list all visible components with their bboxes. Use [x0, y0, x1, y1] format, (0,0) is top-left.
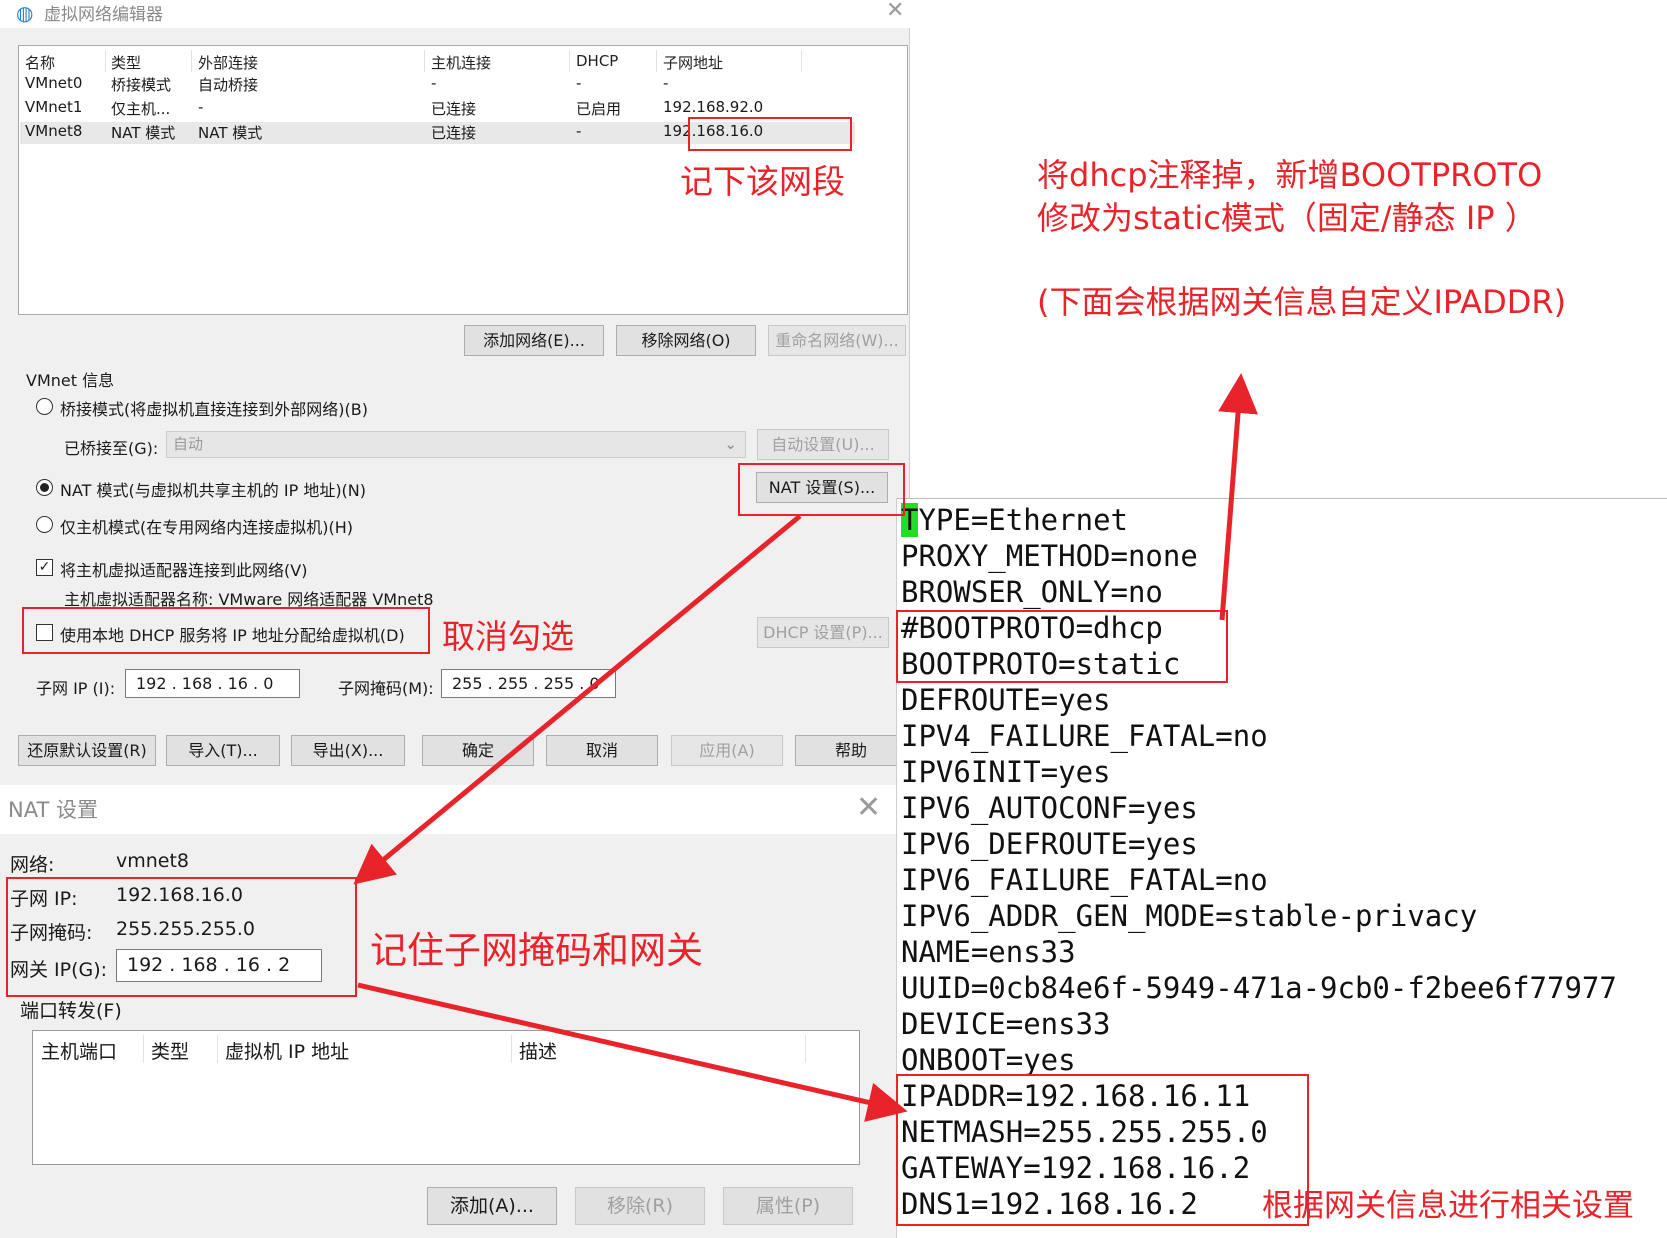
nat-titlebar: NAT 设置 ✕: [0, 788, 910, 834]
note-ipaddr: (下面会根据网关信息自定义IPADDR): [1037, 283, 1567, 321]
nat-mode-label: NAT 模式(与虚拟机共享主机的 IP 地址)(N): [60, 481, 367, 500]
subnet-ip-input[interactable]: 192 . 168 . 16 . 0: [125, 669, 300, 698]
remove-port-button[interactable]: 移除(R): [575, 1187, 705, 1225]
config-line: IPV6_ADDR_GEN_MODE=stable-privacy: [901, 899, 1478, 933]
note-remember-mask-gateway: 记住子网掩码和网关: [370, 929, 703, 972]
import-button[interactable]: 导入(T)...: [166, 735, 280, 766]
config-line: DEFROUTE=yes: [901, 683, 1111, 717]
table-cell: 192.168.92.0: [663, 98, 764, 116]
bridged-to-label: 已桥接至(G):: [64, 439, 159, 458]
nat-mode-radio[interactable]: [36, 479, 53, 496]
table-cell: NAT 模式: [198, 124, 263, 142]
port-forward-label: 端口转发(F): [20, 1000, 122, 1022]
host-only-radio[interactable]: [36, 516, 53, 533]
restore-defaults-button[interactable]: 还原默认设置(R): [18, 735, 156, 766]
nat-settings-dialog: NAT 设置 ✕ 网络: vmnet8 子网 IP: 192.168.16.0 …: [0, 788, 910, 1238]
column-header-external[interactable]: 外部连接: [198, 52, 258, 73]
apply-button[interactable]: 应用(A): [671, 735, 783, 766]
note-uncheck: 取消勾选: [442, 617, 574, 656]
bootproto-highlight-box: [896, 610, 1228, 683]
column-header-host-port[interactable]: 主机端口: [41, 1037, 117, 1064]
config-line: IPV6_AUTOCONF=yes: [901, 791, 1198, 825]
column-header-description[interactable]: 描述: [519, 1037, 557, 1064]
subnet-ip-label: 子网 IP (I):: [36, 679, 116, 698]
cancel-button[interactable]: 取消: [546, 735, 658, 766]
table-cell: -: [198, 98, 204, 116]
table-cell: 已连接: [431, 124, 477, 142]
add-network-button[interactable]: 添加网络(E)...: [464, 325, 604, 356]
note-record-subnet: 记下该网段: [680, 162, 845, 201]
bridged-to-select[interactable]: 自动 ⌄: [166, 431, 746, 458]
properties-button[interactable]: 属性(P): [723, 1187, 853, 1225]
config-line: IPV6_DEFROUTE=yes: [901, 827, 1198, 861]
column-header-subnet[interactable]: 子网地址: [663, 52, 723, 73]
column-header-vm-ip[interactable]: 虚拟机 IP 地址: [225, 1037, 349, 1064]
close-icon[interactable]: ✕: [886, 0, 904, 23]
config-line: UUID=0cb84e6f-5949-471a-9cb0-f2bee6f7797…: [901, 971, 1617, 1005]
config-line: ONBOOT=yes: [901, 1043, 1076, 1077]
remove-network-button[interactable]: 移除网络(O): [616, 325, 756, 356]
host-only-label: 仅主机模式(在专用网络内连接虚拟机)(H): [60, 518, 354, 537]
ok-button[interactable]: 确定: [422, 735, 534, 766]
nat-settings-highlight-box: [738, 463, 905, 516]
ip-settings-highlight-box: [896, 1074, 1309, 1226]
table-cell: -: [431, 74, 437, 92]
config-line-type: TYPE=Ethernet: [901, 503, 1128, 537]
subnet-mask-label: 子网掩码(M):: [338, 679, 434, 698]
network-value: vmnet8: [116, 850, 190, 872]
dhcp-highlight-box: [22, 607, 430, 654]
table-cell: -: [576, 122, 582, 140]
host-adapter-checkbox[interactable]: ✓: [36, 559, 53, 576]
note-bootproto-1: 将dhcp注释掉，新增BOOTPROTO: [1037, 156, 1543, 194]
table-cell: 已连接: [431, 100, 477, 118]
editor-title: 虚拟网络编辑器: [44, 5, 163, 25]
bridge-mode-radio[interactable]: [36, 398, 53, 415]
vmnet-info-label: VMnet 信息: [26, 371, 115, 390]
table-cell: -: [576, 74, 582, 92]
table-cell: 仅主机...: [111, 100, 171, 118]
column-header-type[interactable]: 类型: [151, 1037, 189, 1064]
config-line: IPV6INIT=yes: [901, 755, 1111, 789]
config-line: PROXY_METHOD=none: [901, 539, 1198, 573]
note-bootproto-2: 修改为static模式（固定/静态 IP ）: [1037, 199, 1537, 237]
host-adapter-label: 将主机虚拟适配器连接到此网络(V): [60, 561, 308, 580]
table-cell: VMnet8: [25, 122, 83, 140]
dhcp-settings-button[interactable]: DHCP 设置(P)...: [757, 617, 889, 648]
config-line: NAME=ens33: [901, 935, 1076, 969]
network-globe-icon: ◍: [16, 1, 34, 25]
table-cell: NAT 模式: [111, 124, 176, 142]
editor-titlebar: ◍ 虚拟网络编辑器 ✕: [0, 0, 910, 28]
subnet-mask-input[interactable]: 255 . 255 . 255 . 0: [441, 669, 616, 698]
network-label: 网络:: [10, 854, 55, 876]
add-port-button[interactable]: 添加(A)...: [427, 1187, 557, 1225]
config-line: IPV4_FAILURE_FATAL=no: [901, 719, 1268, 753]
table-cell: 桥接模式: [111, 76, 172, 94]
table-cell: -: [663, 74, 669, 92]
note-gateway-setup: 根据网关信息进行相关设置: [1262, 1188, 1634, 1224]
table-cell: VMnet1: [25, 98, 83, 116]
port-forward-table: 主机端口 类型 虚拟机 IP 地址 描述: [32, 1030, 860, 1165]
column-header-type[interactable]: 类型: [111, 52, 141, 73]
table-cell: 自动桥接: [198, 76, 259, 94]
config-line: BROWSER_ONLY=no: [901, 575, 1163, 609]
bridge-mode-label: 桥接模式(将虚拟机直接连接到外部网络)(B): [60, 400, 368, 419]
table-cell: 已启用: [576, 100, 622, 118]
bridged-to-value: 自动: [173, 435, 204, 453]
config-line: IPV6_FAILURE_FATAL=no: [901, 863, 1268, 897]
close-icon[interactable]: ✕: [856, 790, 881, 825]
mask-gateway-highlight-box: [6, 877, 357, 997]
config-line: DEVICE=ens33: [901, 1007, 1111, 1041]
nat-title: NAT 设置: [8, 798, 98, 822]
column-header-host[interactable]: 主机连接: [431, 52, 491, 73]
column-header-name[interactable]: 名称: [25, 52, 55, 73]
help-button[interactable]: 帮助: [795, 735, 907, 766]
chevron-down-icon: ⌄: [724, 435, 737, 453]
auto-settings-button[interactable]: 自动设置(U)...: [757, 429, 889, 460]
table-cell: VMnet0: [25, 74, 83, 92]
export-button[interactable]: 导出(X)...: [291, 735, 405, 766]
rename-network-button[interactable]: 重命名网络(W)...: [768, 325, 906, 356]
column-header-dhcp[interactable]: DHCP: [576, 52, 618, 70]
subnet-highlight-box: [688, 117, 852, 151]
